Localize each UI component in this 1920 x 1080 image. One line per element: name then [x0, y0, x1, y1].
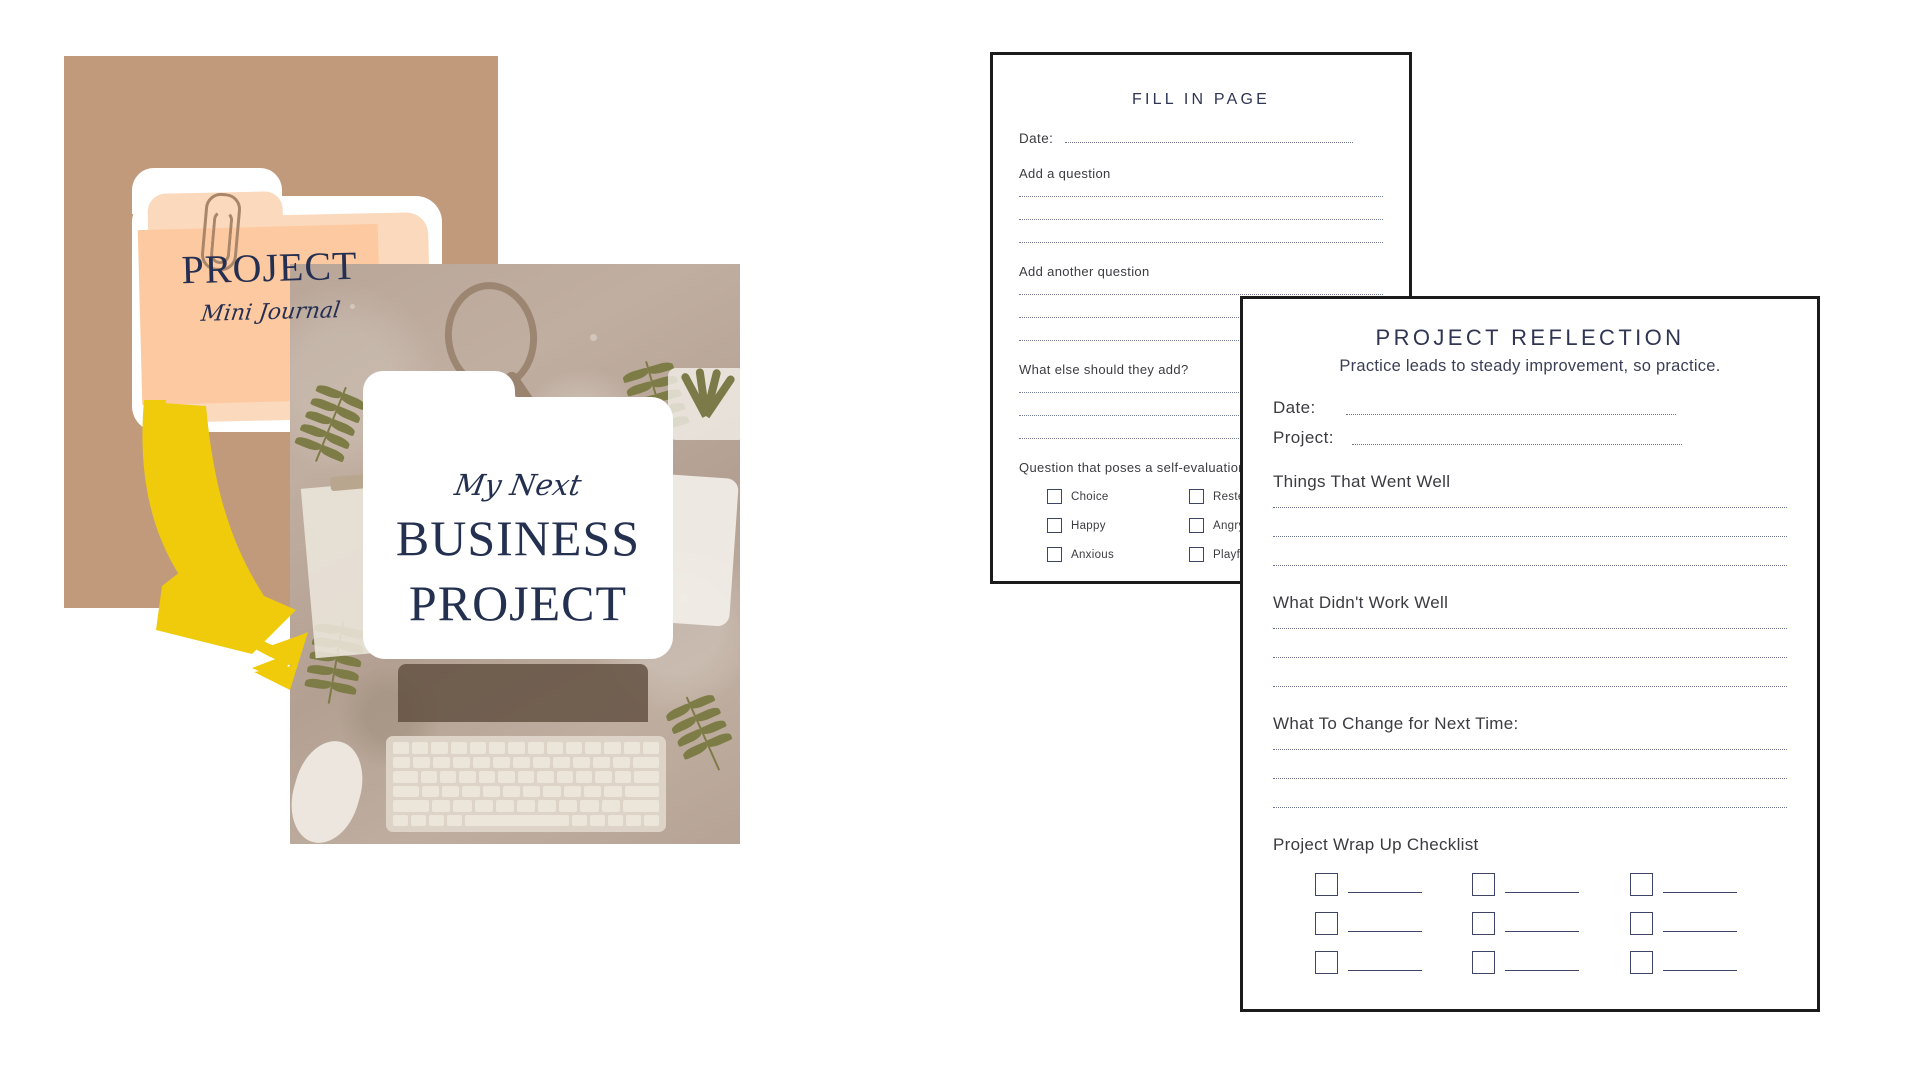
reflection-date-label: Date:	[1273, 398, 1316, 417]
checklist-item[interactable]	[1315, 873, 1472, 896]
fill-in-page-title: FILL IN PAGE	[1132, 91, 1270, 108]
project-reflection-document: PROJECT REFLECTION Practice leads to ste…	[1240, 296, 1820, 1012]
business-project-cover: My Next BUSINESS PROJECT	[363, 371, 673, 659]
reflection-project-row: Project:	[1273, 428, 1787, 448]
wrap-up-checklist-grid	[1273, 873, 1787, 974]
checkbox-icon[interactable]	[1315, 951, 1338, 974]
question-label-2: Add another question	[1019, 264, 1150, 279]
checklist-item[interactable]	[1472, 873, 1629, 896]
reflection-subtitle: Practice leads to steady improvement, so…	[1339, 357, 1721, 375]
checkbox-icon[interactable]	[1047, 547, 1062, 562]
checklist-write-line[interactable]	[1662, 969, 1737, 971]
checkbox-icon[interactable]	[1189, 489, 1204, 504]
checkbox-icon[interactable]	[1047, 489, 1062, 504]
checkbox-item[interactable]: Happy	[1047, 518, 1137, 533]
journal-title: PROJECT	[180, 242, 359, 293]
checkbox-item[interactable]: Anxious	[1047, 547, 1137, 562]
checklist-write-line[interactable]	[1505, 930, 1580, 932]
checklist-title: Project Wrap Up Checklist	[1273, 835, 1479, 854]
checkbox-icon[interactable]	[1629, 912, 1653, 935]
reflection-title: PROJECT REFLECTION	[1375, 325, 1685, 350]
checklist-write-line[interactable]	[1348, 969, 1422, 971]
checkbox-icon[interactable]	[1315, 912, 1338, 935]
date-input-line[interactable]	[1065, 141, 1354, 143]
checkbox-icon[interactable]	[1189, 518, 1204, 533]
checklist-item[interactable]	[1629, 912, 1787, 935]
right-mockup-group: FILL IN PAGE Date: Add a question Add an…	[960, 0, 1920, 1080]
checklist-write-line[interactable]	[1348, 930, 1422, 932]
checklist-item[interactable]	[1629, 951, 1787, 974]
journal-cover-text: PROJECT Mini Journal	[139, 242, 401, 329]
checkbox-icon[interactable]	[1472, 873, 1496, 896]
checklist-write-line[interactable]	[1348, 891, 1422, 893]
laptop-icon	[398, 664, 648, 722]
reflection-project-input-line[interactable]	[1351, 443, 1682, 445]
checkbox-icon[interactable]	[1315, 873, 1338, 896]
business-cover-script: My Next	[452, 468, 585, 502]
checklist-write-line[interactable]	[1505, 891, 1580, 893]
checklist-item[interactable]	[1629, 873, 1787, 896]
business-cover-title-1: BUSINESS	[395, 510, 641, 566]
checklist-write-line[interactable]	[1662, 930, 1737, 932]
checkbox-label: Happy	[1071, 519, 1106, 532]
curved-down-right-arrow-icon	[142, 400, 308, 690]
checklist-item[interactable]	[1472, 951, 1629, 974]
checkbox-icon[interactable]	[1472, 912, 1496, 935]
checklist-write-line[interactable]	[1662, 891, 1737, 893]
checkbox-icon[interactable]	[1629, 951, 1653, 974]
checklist-item[interactable]	[1472, 912, 1629, 935]
reflection-lines-3[interactable]	[1273, 748, 1787, 808]
reflection-section-title-3: What To Change for Next Time:	[1273, 714, 1519, 733]
reflection-project-label: Project:	[1273, 428, 1334, 447]
checklist-write-line[interactable]	[1505, 969, 1580, 971]
reflection-lines-1[interactable]	[1273, 506, 1787, 566]
checkbox-icon[interactable]	[1629, 873, 1653, 896]
succulent-plant-icon	[668, 367, 740, 440]
answer-lines-1[interactable]	[1019, 195, 1383, 243]
date-label: Date:	[1019, 131, 1054, 146]
reflection-lines-2[interactable]	[1273, 627, 1787, 687]
checkbox-label: Choice	[1071, 490, 1109, 503]
business-cover-title-2: PROJECT	[408, 575, 628, 631]
checkbox-icon[interactable]	[1047, 518, 1062, 533]
keyboard-icon	[386, 736, 666, 832]
date-field-row: Date:	[1019, 131, 1383, 146]
checkbox-label: Anxious	[1071, 548, 1115, 561]
checklist-item[interactable]	[1315, 951, 1472, 974]
question-label-1: Add a question	[1019, 166, 1111, 181]
checklist-item[interactable]	[1315, 912, 1472, 935]
reflection-date-input-line[interactable]	[1345, 413, 1676, 415]
left-mockup-group: PROJECT Mini Journal My Next BUSINESS PR…	[0, 0, 940, 1080]
screenshot-canvas: PROJECT Mini Journal My Next BUSINESS PR…	[0, 0, 1920, 1080]
texture-speck	[590, 334, 597, 341]
checkbox-icon[interactable]	[1472, 951, 1496, 974]
reflection-section-title-2: What Didn't Work Well	[1273, 593, 1449, 612]
reflection-date-row: Date:	[1273, 398, 1787, 418]
reflection-section-title-1: Things That Went Well	[1273, 472, 1451, 491]
checkbox-item[interactable]: Choice	[1047, 489, 1137, 504]
checkbox-icon[interactable]	[1189, 547, 1204, 562]
